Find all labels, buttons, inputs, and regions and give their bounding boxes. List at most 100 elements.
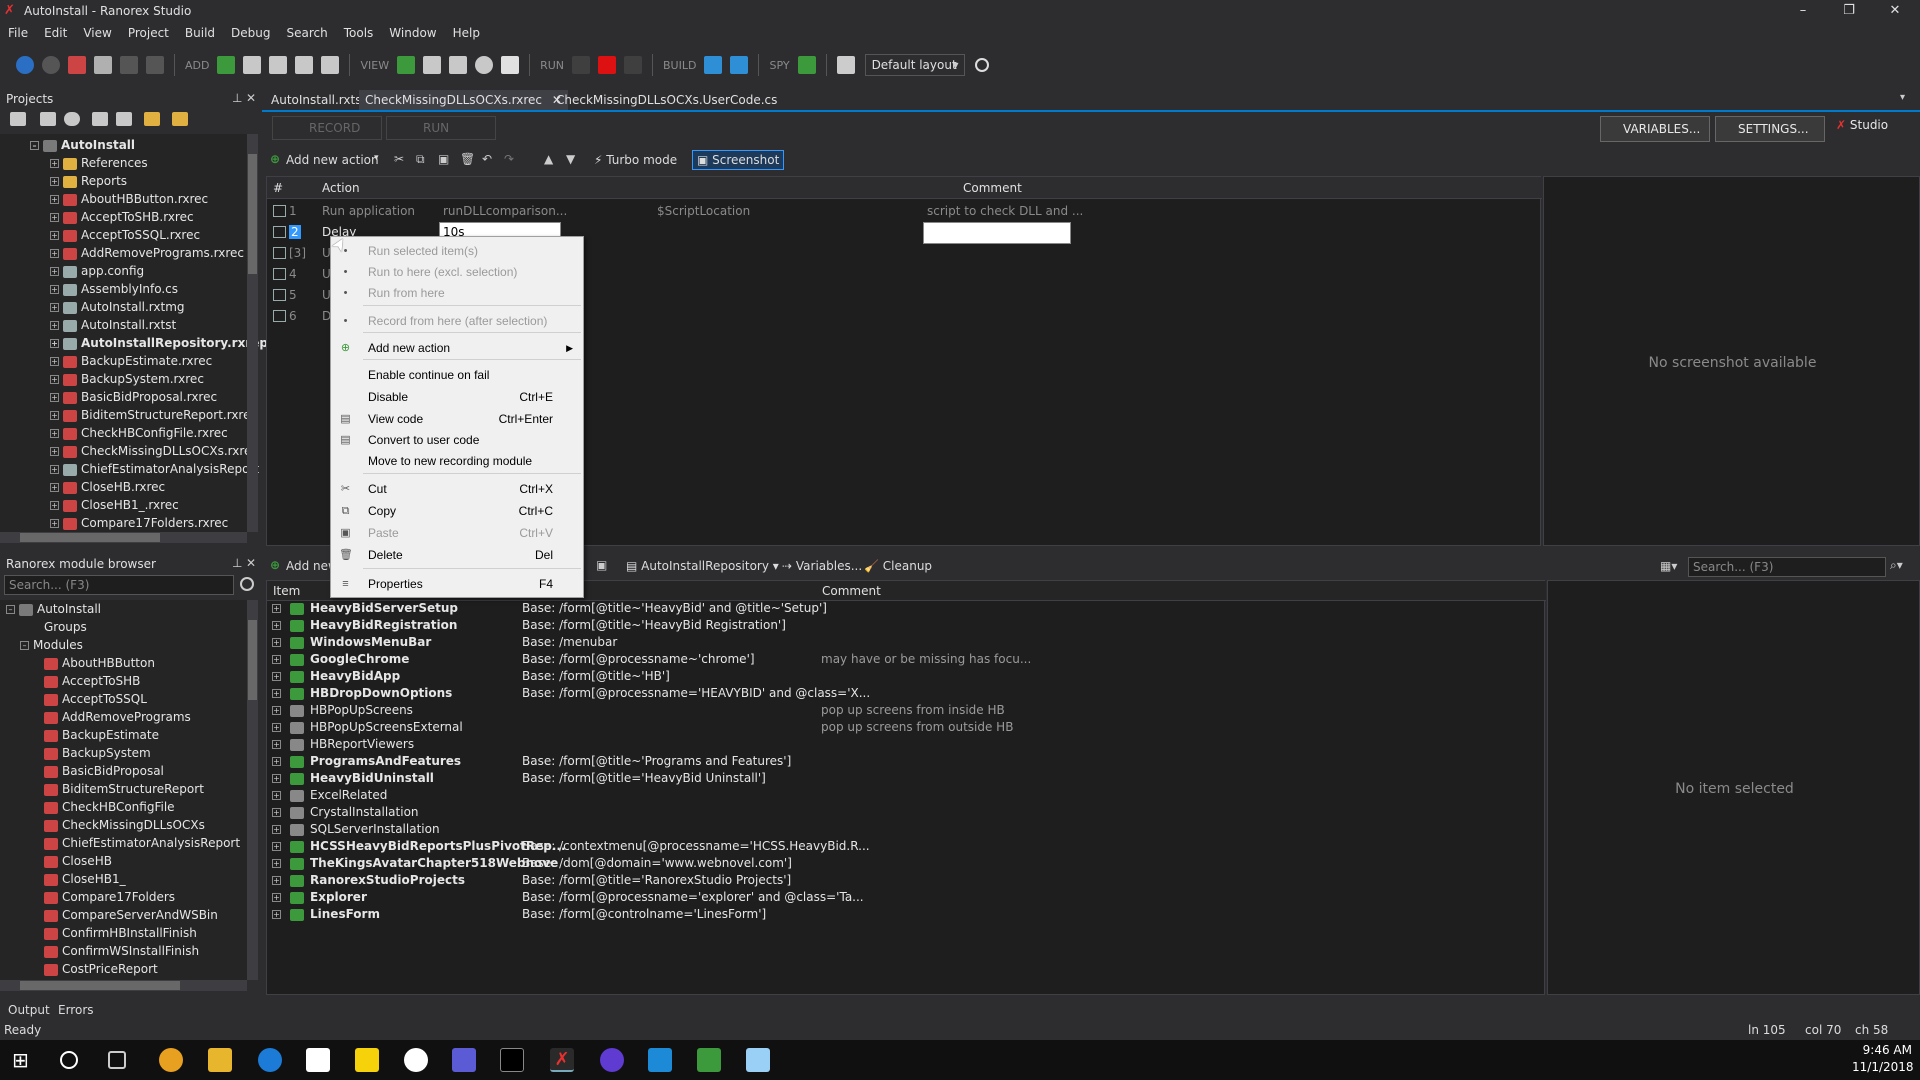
module-item[interactable]: ChiefEstimatorAnalysisReport — [44, 834, 240, 852]
cortana-icon[interactable] — [60, 1051, 78, 1069]
module-root[interactable]: – AutoInstall — [6, 600, 101, 618]
module-item[interactable]: BasicBidProposal — [44, 762, 164, 780]
project-item[interactable]: + ChiefEstimatorAnalysisReport — [50, 460, 259, 478]
cut-icon[interactable]: ✂ — [394, 152, 404, 166]
module-search-input[interactable]: Search... (F3) — [4, 575, 234, 595]
notepad-icon[interactable] — [746, 1048, 770, 1072]
project-item[interactable]: + AcceptToSHB.rxrec — [50, 208, 194, 226]
remote-desktop-icon[interactable] — [648, 1048, 672, 1072]
undo-icon[interactable]: ↶ — [482, 152, 492, 166]
project-item[interactable]: + BackupSystem.rxrec — [50, 370, 204, 388]
menu-item-record-from-here-after-selection[interactable]: • Record from here (after selection) — [331, 311, 583, 331]
projects-hscrollbar[interactable] — [0, 532, 247, 543]
layout-dropdown[interactable]: Default layout — [864, 54, 965, 76]
add-code-icon[interactable] — [269, 56, 288, 74]
add-new-action-button[interactable]: Add new action — [286, 153, 379, 167]
menu-item-run-from-here[interactable]: • Run from here — [331, 283, 583, 303]
project-item[interactable]: + CheckHBConfigFile.rxrec — [50, 424, 228, 442]
project-item[interactable]: + AutoInstall.rxtst — [50, 316, 176, 334]
folder-open-icon[interactable] — [172, 112, 188, 126]
menu-item-convert-to-user-code[interactable]: ▤ Convert to user code — [331, 430, 583, 450]
menu-item-properties[interactable]: ≡ Properties F4 — [331, 574, 583, 594]
file-explorer-icon[interactable] — [208, 1048, 232, 1072]
menu-item-cut[interactable]: ✂ Cut Ctrl+X — [331, 479, 583, 499]
menu-item-run-to-here-excl-selection[interactable]: • Run to here (excl. selection) — [331, 262, 583, 282]
folder-icon[interactable] — [697, 1048, 721, 1072]
record-button[interactable]: RECORD — [272, 116, 382, 140]
view-module-icon[interactable] — [423, 56, 442, 74]
project-item[interactable]: + AboutHBButton.rxrec — [50, 190, 208, 208]
project-item[interactable]: + Reports — [50, 172, 127, 190]
repo-variables-button[interactable]: ⇢ Variables... — [782, 559, 862, 573]
search-icon[interactable] — [240, 577, 254, 591]
settings-button[interactable]: SETTINGS... — [1715, 116, 1825, 142]
project-item[interactable]: + References — [50, 154, 148, 172]
project-item[interactable]: + CheckMissingDLLsOCXs.rxrec — [50, 442, 258, 460]
menu-item-enable-continue-on-fail[interactable]: Enable continue on fail — [331, 365, 583, 385]
module-item[interactable]: AboutHBButton — [44, 654, 155, 672]
menu-project[interactable]: Project — [120, 26, 177, 40]
add-test-icon[interactable] — [321, 56, 340, 74]
filter-icon[interactable] — [116, 112, 132, 126]
menu-item-run-selected-item-s[interactable]: • Run selected item(s) — [331, 241, 583, 261]
dropdown-arrow-icon[interactable]: ▾ — [374, 153, 379, 163]
module-item[interactable]: CostPriceReport — [44, 960, 158, 978]
project-item[interactable]: + AutoInstallRepository.rxrep — [50, 334, 268, 352]
columns-icon[interactable]: ▦▾ — [1660, 559, 1677, 573]
project-item[interactable]: + AddRemovePrograms.rxrec — [50, 244, 244, 262]
save-all-icon[interactable] — [146, 56, 164, 74]
variables-button[interactable]: VARIABLES... — [1600, 116, 1710, 142]
view-test-icon[interactable] — [449, 56, 468, 74]
menu-item-paste[interactable]: ▣ Paste Ctrl+V — [331, 523, 583, 543]
project-item[interactable]: + BiditemStructureReport.rxrec — [50, 406, 257, 424]
search-icon[interactable]: ⌕▾ — [1890, 558, 1903, 573]
tab-errors[interactable]: Errors — [58, 1003, 94, 1017]
menu-item-move-to-new-recording-module[interactable]: Move to new recording module — [331, 451, 583, 471]
menu-item-add-new-action[interactable]: ⊕ Add new action ▶ — [331, 338, 583, 358]
new-project-icon[interactable] — [68, 56, 86, 74]
module-item[interactable]: ConfirmWSInstallFinish — [44, 942, 199, 960]
stop-icon[interactable] — [598, 56, 617, 74]
module-groups[interactable]: Groups — [44, 618, 87, 636]
module-item[interactable]: AcceptToSHB — [44, 672, 140, 690]
module-item[interactable]: ConfirmHBInstallFinish — [44, 924, 197, 942]
menu-tools[interactable]: Tools — [336, 26, 382, 40]
build-download-icon[interactable] — [730, 56, 749, 74]
mail-icon[interactable] — [306, 1048, 330, 1072]
close-panel-icon[interactable]: ✕ — [246, 556, 256, 570]
tree-root[interactable]: – AutoInstall — [30, 136, 135, 154]
project-item[interactable]: + AssemblyInfo.cs — [50, 280, 178, 298]
edge-icon[interactable] — [258, 1048, 282, 1072]
tab-checkmissing-rxrec[interactable]: CheckMissingDLLsOCXs.rxrec ✕ — [359, 90, 568, 110]
paste-icon[interactable]: ▣ — [438, 152, 449, 166]
project-item[interactable]: + AutoInstall.rxtmg — [50, 298, 185, 316]
repo-view-icon[interactable]: ▣ — [596, 558, 607, 572]
tab-usercode-cs[interactable]: CheckMissingDLLsOCXs.UserCode.cs — [550, 90, 783, 110]
module-item[interactable]: BackupSystem — [44, 744, 151, 762]
task-view-icon[interactable] — [108, 1051, 126, 1069]
terminal-icon[interactable] — [500, 1048, 524, 1072]
module-item[interactable]: CompareServerAndWSBin — [44, 906, 218, 924]
comment-input[interactable] — [923, 222, 1071, 244]
search-icon[interactable] — [974, 58, 989, 72]
menu-window[interactable]: Window — [381, 26, 444, 40]
close-button[interactable]: ✕ — [1872, 0, 1918, 22]
project-item[interactable]: + CloseHB.rxrec — [50, 478, 165, 496]
windows-start-icon[interactable]: ⊞ — [12, 1048, 36, 1072]
ranorex-taskbar-icon[interactable]: ✗ — [550, 1048, 574, 1072]
project-item[interactable]: + BasicBidProposal.rxrec — [50, 388, 217, 406]
module-item[interactable]: Compare17Folders — [44, 888, 175, 906]
shield-icon[interactable] — [501, 56, 520, 74]
redo-icon[interactable]: ↷ — [504, 152, 514, 166]
menu-item-view-code[interactable]: ▤ View code Ctrl+Enter — [331, 409, 583, 429]
copy-icon[interactable]: ⧉ — [416, 152, 425, 167]
pin-icon[interactable]: ⊥ — [232, 91, 242, 105]
repo-dropdown[interactable]: ▤ AutoInstallRepository ▾ — [626, 559, 779, 573]
folder-add-icon[interactable] — [144, 112, 160, 126]
module-item[interactable]: BackupEstimate — [44, 726, 159, 744]
back-icon[interactable] — [16, 56, 34, 74]
menu-file[interactable]: File — [0, 26, 36, 40]
pause-icon[interactable] — [624, 56, 643, 74]
save-icon[interactable] — [120, 56, 138, 74]
layout-icon[interactable] — [836, 56, 855, 74]
